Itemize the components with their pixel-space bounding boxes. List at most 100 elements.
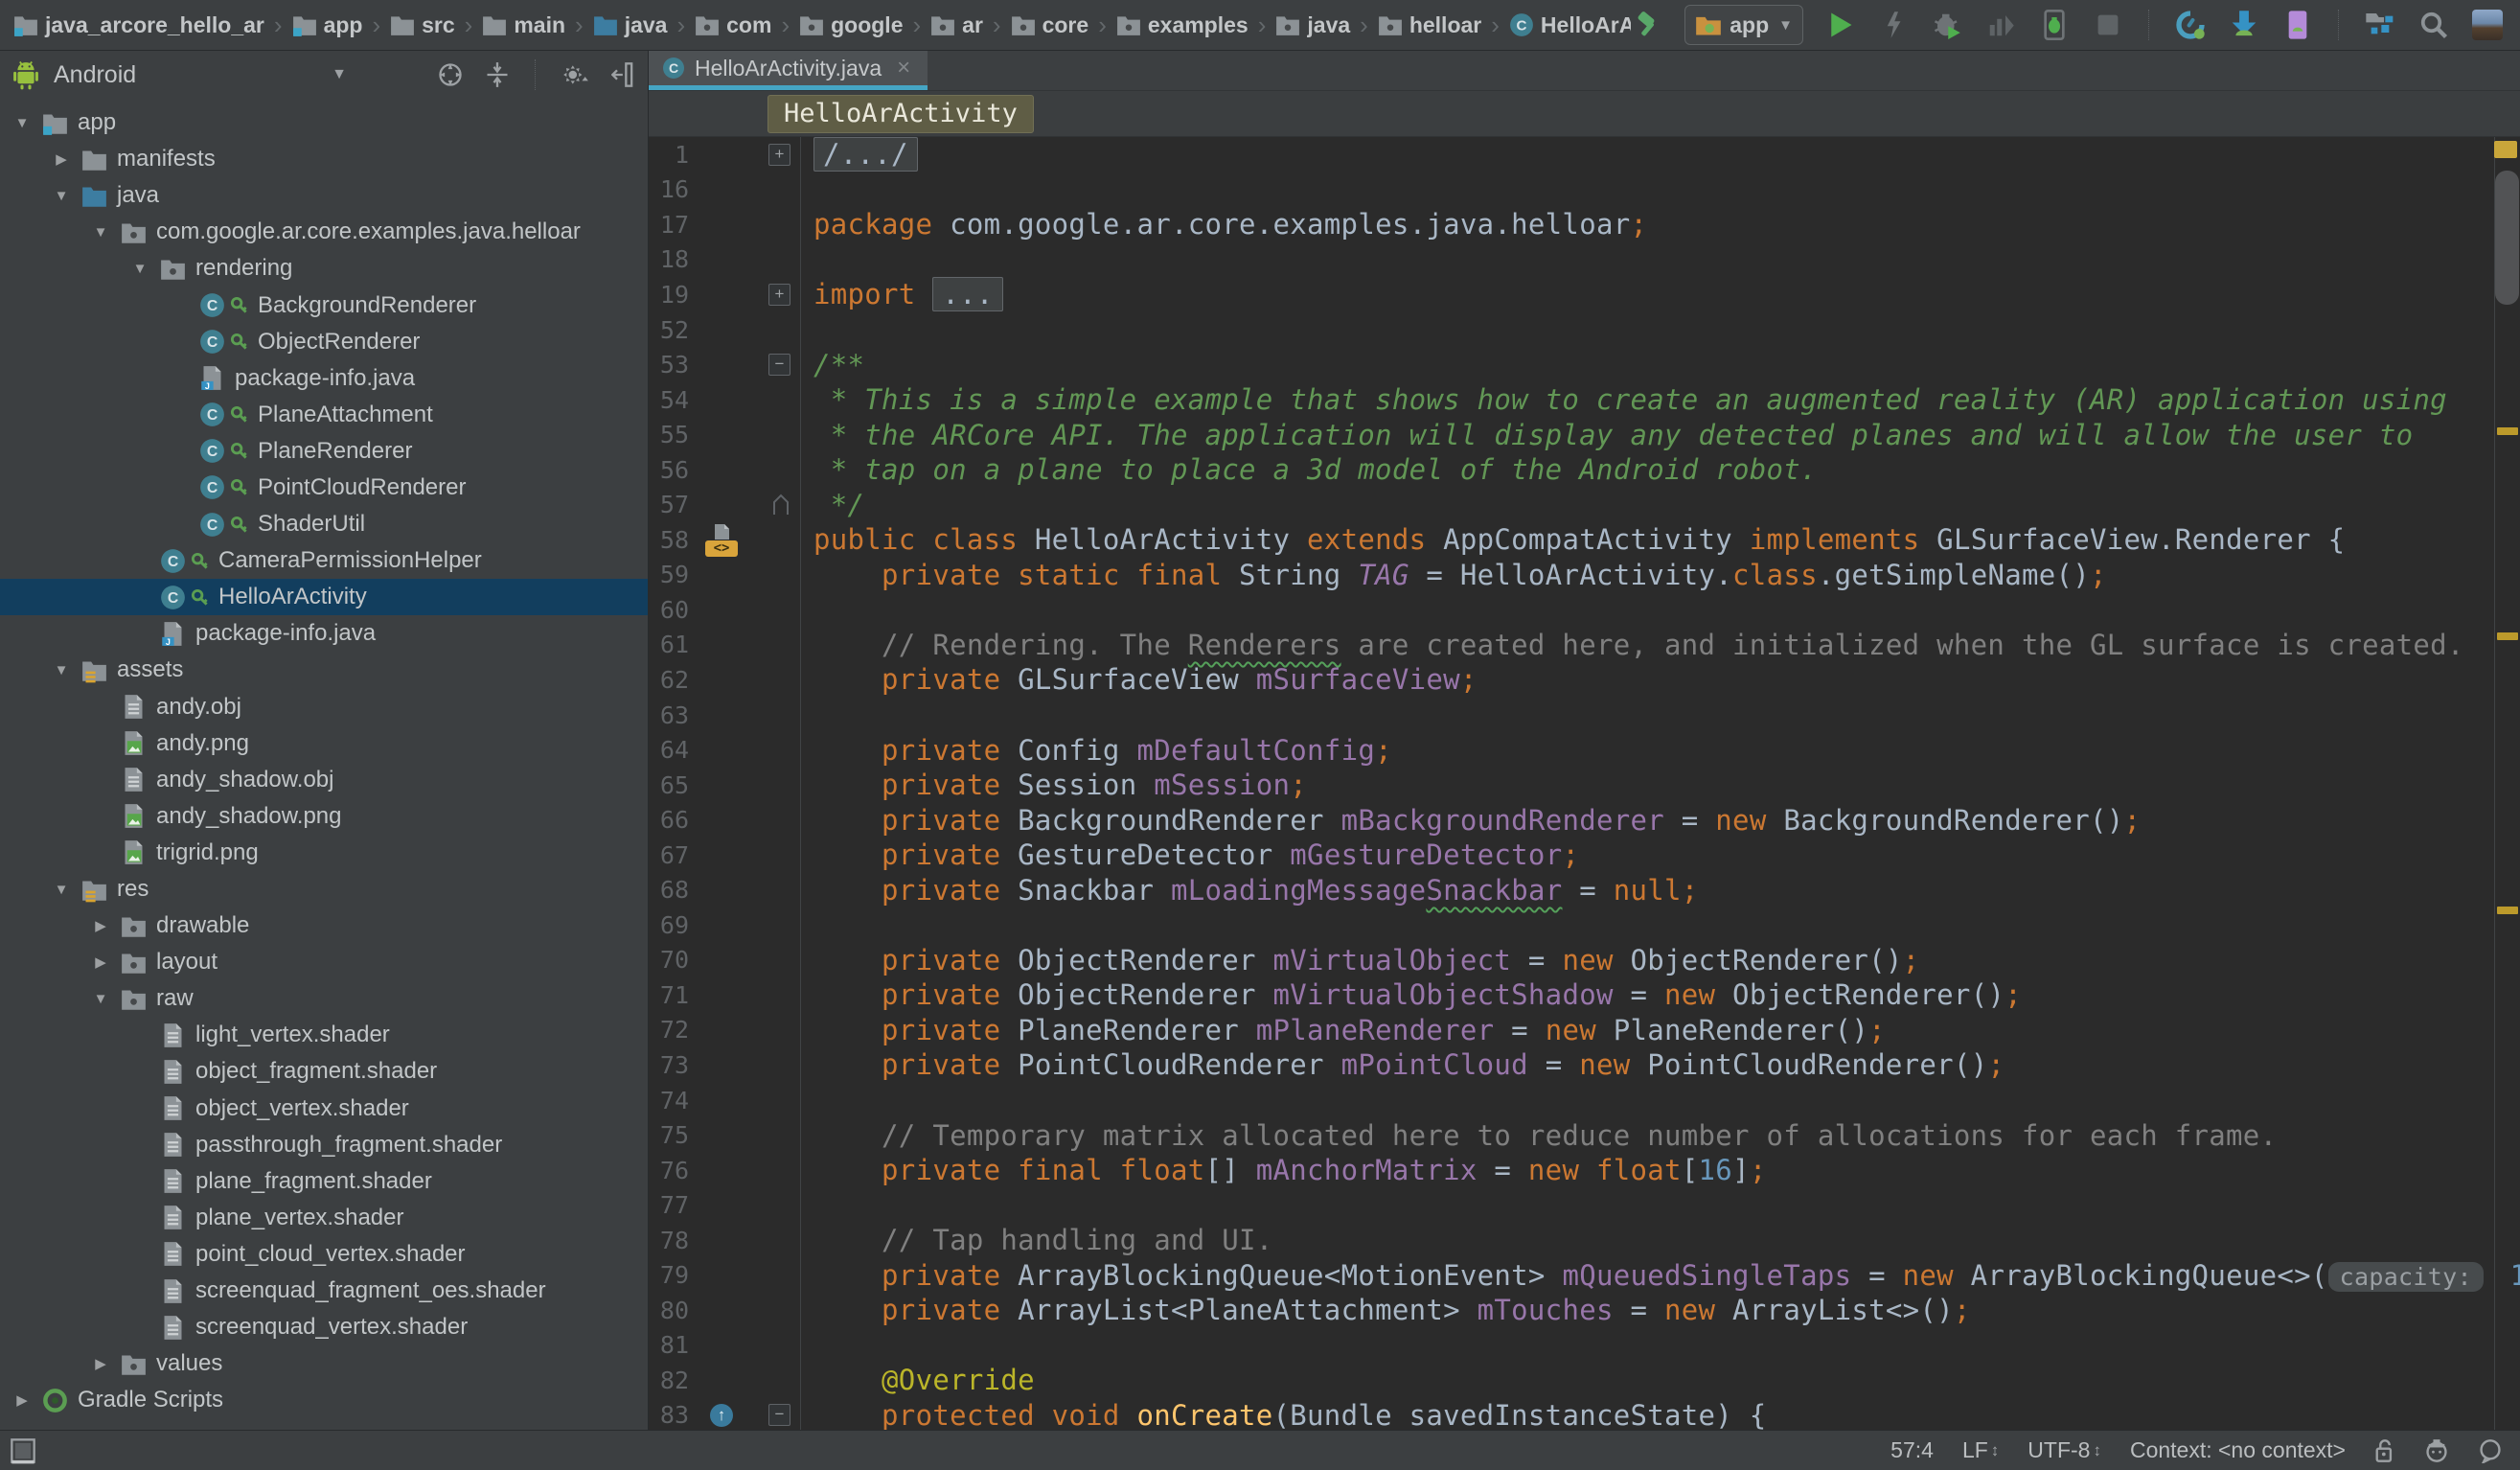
apply-changes-icon[interactable] [1876, 8, 1911, 42]
stop-icon[interactable] [2091, 8, 2125, 42]
run-configuration-select[interactable]: app ▼ [1684, 5, 1803, 45]
fold-minus-icon[interactable]: − [768, 354, 790, 376]
line-separator-widget[interactable]: LF↕ [1962, 1437, 1999, 1463]
tree-item-andy-obj[interactable]: andy.obj [0, 689, 648, 725]
fold-plus-icon[interactable]: + [768, 284, 790, 306]
tree-item-res[interactable]: ▼res [0, 871, 648, 907]
tree-right-arrow-icon[interactable]: ▶ [88, 1355, 113, 1372]
warning-stripe-mark[interactable] [2497, 427, 2518, 435]
fold-plus-icon[interactable]: + [768, 144, 790, 166]
lock-icon[interactable] [2374, 1438, 2395, 1463]
tree-item-andy-shadow-obj[interactable]: andy_shadow.obj [0, 762, 648, 798]
breadcrumb-item-java[interactable]: java [593, 12, 668, 38]
tree-item-planeattachment[interactable]: CPlaneAttachment [0, 397, 648, 433]
device-manager-icon[interactable] [2280, 8, 2315, 42]
breadcrumb-item-helloar[interactable]: helloar [1378, 12, 1481, 38]
avd-manager-icon[interactable] [2173, 8, 2208, 42]
layout-xml-icon[interactable]: <> [705, 540, 738, 557]
toolwindow-toggle-icon[interactable] [10, 1437, 36, 1464]
tree-item-package-info-java[interactable]: Jpackage-info.java [0, 615, 648, 652]
tree-right-arrow-icon[interactable]: ▶ [49, 150, 74, 168]
settings-gear-icon[interactable] [561, 61, 590, 88]
tree-item-app[interactable]: ▼app [0, 104, 648, 141]
tree-down-arrow-icon[interactable]: ▼ [127, 261, 152, 277]
code-editor[interactable]: 1+/.../1617package com.google.ar.core.ex… [649, 137, 2520, 1430]
context-widget[interactable]: Context: <no context> [2130, 1437, 2346, 1463]
tree-item-package-info-java[interactable]: Jpackage-info.java [0, 360, 648, 397]
breadcrumb-item-src[interactable]: src [390, 12, 455, 38]
tree-item-screenquad-fragment-oes-shader[interactable]: screenquad_fragment_oes.shader [0, 1273, 648, 1309]
tree-item-camerapermissionhelper[interactable]: CCameraPermissionHelper [0, 542, 648, 579]
tree-item-shaderutil[interactable]: CShaderUtil [0, 506, 648, 542]
make-hammer-icon[interactable] [1631, 8, 1665, 42]
search-icon[interactable] [2417, 8, 2451, 42]
tree-item-andy-shadow-png[interactable]: andy_shadow.png [0, 798, 648, 835]
fold-end-icon[interactable] [771, 494, 790, 517]
tree-item-plane-vertex-shader[interactable]: plane_vertex.shader [0, 1200, 648, 1236]
tree-item-values[interactable]: ▶values [0, 1345, 648, 1382]
fold-minus-icon[interactable]: − [768, 1404, 790, 1426]
tree-item-helloaractivity[interactable]: CHelloArActivity [0, 579, 648, 615]
tree-item-object-vertex-shader[interactable]: object_vertex.shader [0, 1091, 648, 1127]
tree-item-planerenderer[interactable]: CPlaneRenderer [0, 433, 648, 470]
breadcrumb-item-java[interactable]: java [1275, 12, 1350, 38]
tree-item-andy-png[interactable]: andy.png [0, 725, 648, 762]
tree-item-backgroundrenderer[interactable]: CBackgroundRenderer [0, 287, 648, 323]
warning-stripe-mark[interactable] [2497, 907, 2518, 914]
event-bubble-icon[interactable] [2478, 1438, 2503, 1463]
tree-item-plane-fragment-shader[interactable]: plane_fragment.shader [0, 1163, 648, 1200]
run-icon[interactable] [1822, 8, 1857, 42]
tree-item-manifests[interactable]: ▶manifests [0, 141, 648, 177]
tree-down-arrow-icon[interactable]: ▼ [49, 662, 74, 678]
project-structure-icon[interactable] [2363, 8, 2397, 42]
tab-helloaractivity[interactable]: C HelloArActivity.java × [649, 51, 928, 90]
project-view-select[interactable]: Android ▼ [11, 59, 347, 90]
breadcrumb-item-java_arcore_hello_ar[interactable]: java_arcore_hello_ar [13, 12, 264, 38]
tree-item-layout[interactable]: ▶layout [0, 944, 648, 980]
tree-down-arrow-icon[interactable]: ▼ [88, 224, 113, 241]
tree-item-gradle-scripts[interactable]: ▶Gradle Scripts [0, 1382, 648, 1418]
tree-item-com-google-ar-core-examples-java-helloar[interactable]: ▼com.google.ar.core.examples.java.helloa… [0, 214, 648, 250]
breadcrumb-item-examples[interactable]: examples [1116, 12, 1249, 38]
collapse-all-icon[interactable] [485, 61, 510, 88]
inspection-status-icon[interactable] [2494, 141, 2517, 158]
tree-item-light-vertex-shader[interactable]: light_vertex.shader [0, 1017, 648, 1053]
breadcrumb-item-main[interactable]: main [482, 12, 565, 38]
highlighting-level-icon[interactable] [2424, 1438, 2449, 1463]
tree-right-arrow-icon[interactable]: ▶ [10, 1391, 34, 1409]
tree-item-object-fragment-shader[interactable]: object_fragment.shader [0, 1053, 648, 1090]
tree-item-trigrid-png[interactable]: trigrid.png [0, 835, 648, 871]
tree-item-raw[interactable]: ▼raw [0, 980, 648, 1017]
breadcrumb-item-core[interactable]: core [1011, 12, 1089, 38]
avatar[interactable] [2470, 8, 2505, 42]
tree-right-arrow-icon[interactable]: ▶ [88, 953, 113, 971]
tree-down-arrow-icon[interactable]: ▼ [88, 991, 113, 1007]
tree-item-objectrenderer[interactable]: CObjectRenderer [0, 324, 648, 360]
overriding-method-icon[interactable]: ↑ [710, 1404, 733, 1427]
locate-icon[interactable] [437, 61, 464, 88]
hide-panel-icon[interactable] [611, 61, 636, 88]
encoding-widget[interactable]: UTF-8↕ [2027, 1437, 2101, 1463]
breadcrumb-item-com[interactable]: com [695, 12, 771, 38]
tree-item-java[interactable]: ▼java [0, 177, 648, 214]
tree-right-arrow-icon[interactable]: ▶ [88, 917, 113, 934]
scrollbar-thumb[interactable] [2495, 171, 2519, 305]
attach-debugger-icon[interactable] [2037, 8, 2072, 42]
tree-item-rendering[interactable]: ▼rendering [0, 250, 648, 287]
warning-stripe-mark[interactable] [2497, 632, 2518, 640]
breadcrumb-item-HelloArActivity[interactable]: CHelloArActivity [1509, 12, 1631, 38]
tree-item-pointcloudrenderer[interactable]: CPointCloudRenderer [0, 470, 648, 506]
breadcrumb-item-google[interactable]: google [799, 12, 903, 38]
tree-item-passthrough-fragment-shader[interactable]: passthrough_fragment.shader [0, 1127, 648, 1163]
breadcrumb-item-app[interactable]: app [292, 12, 363, 38]
tree-item-screenquad-vertex-shader[interactable]: screenquad_vertex.shader [0, 1309, 648, 1345]
close-icon[interactable]: × [897, 55, 910, 81]
caret-position[interactable]: 57:4 [1890, 1437, 1934, 1463]
profile-icon[interactable] [1983, 8, 2018, 42]
breadcrumb-item-ar[interactable]: ar [930, 12, 983, 38]
tree-item-point-cloud-vertex-shader[interactable]: point_cloud_vertex.shader [0, 1236, 648, 1273]
tree-down-arrow-icon[interactable]: ▼ [49, 882, 74, 898]
tree-down-arrow-icon[interactable]: ▼ [10, 115, 34, 131]
tree-item-drawable[interactable]: ▶drawable [0, 907, 648, 944]
related-file-icon[interactable] [711, 523, 732, 540]
